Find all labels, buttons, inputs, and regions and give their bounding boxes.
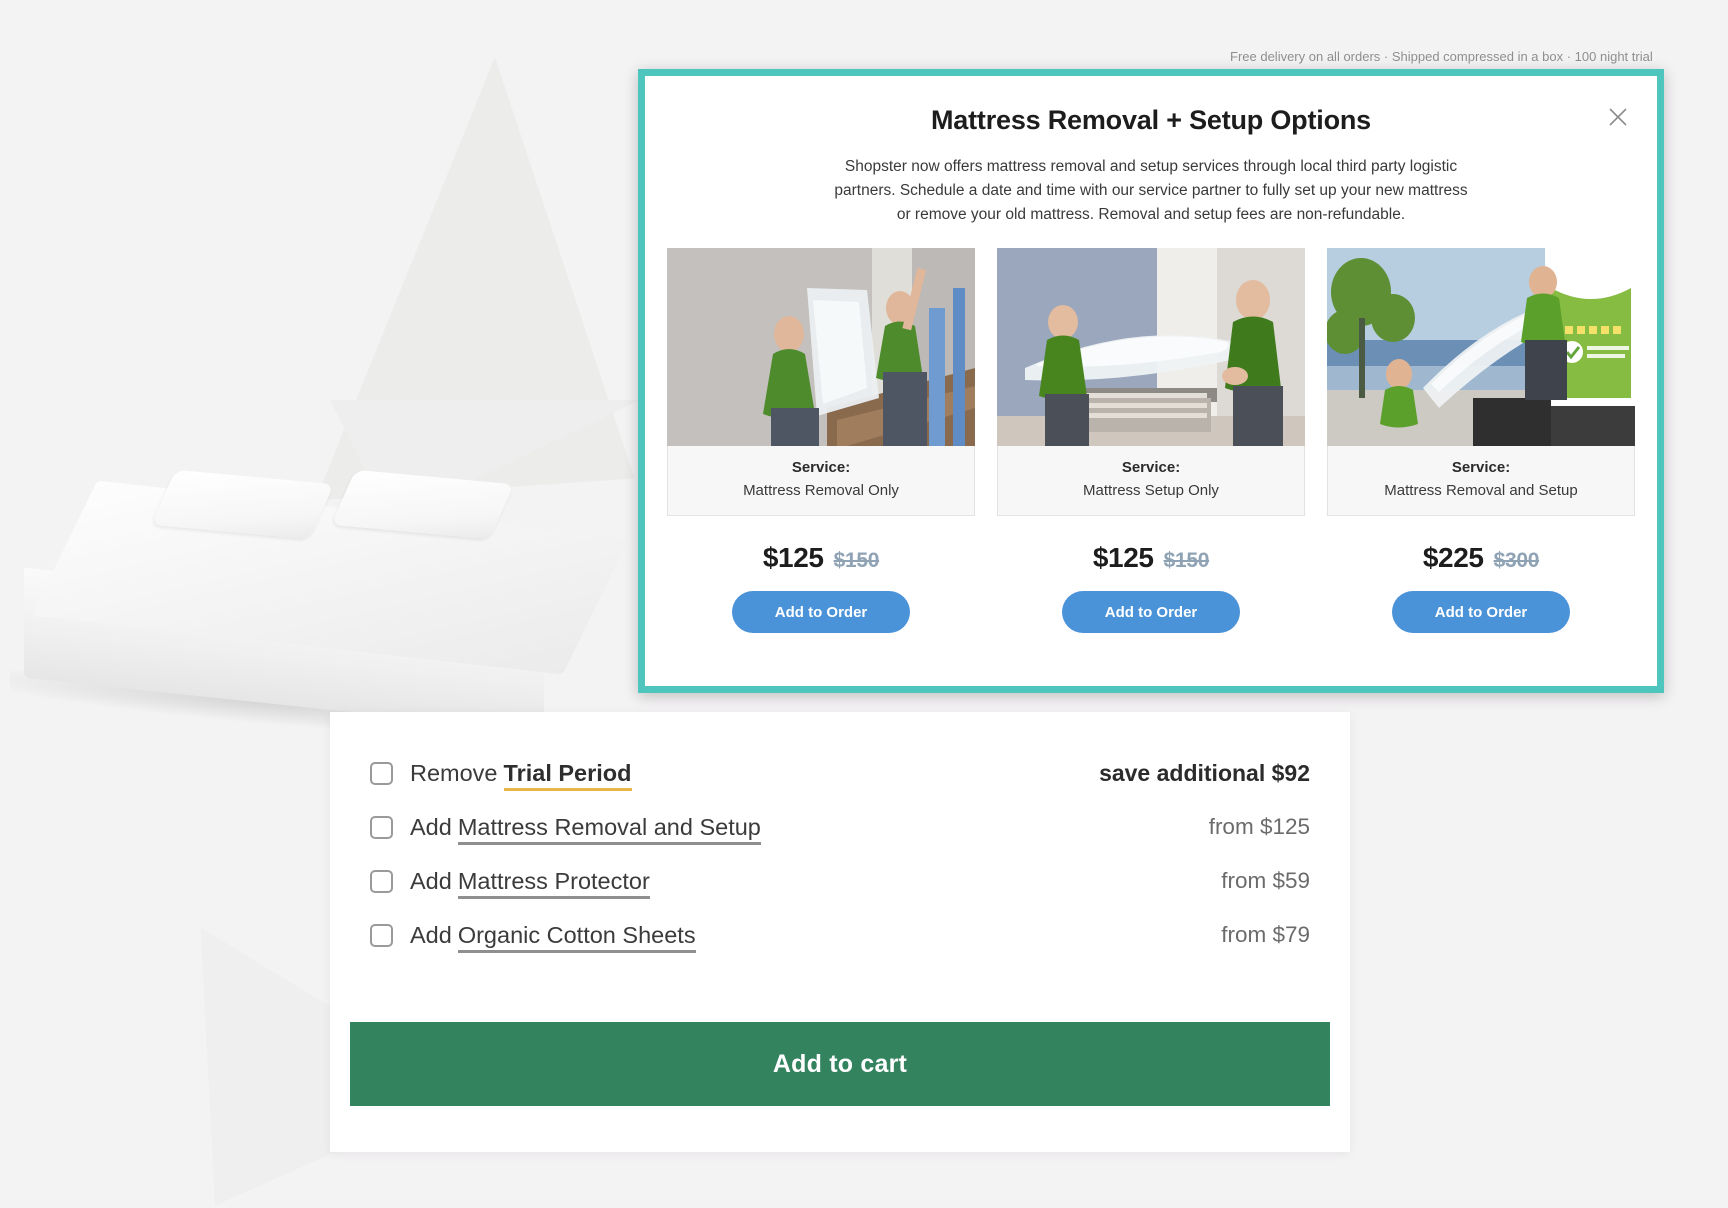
price-original: $150	[833, 549, 880, 572]
price-row: $225 $300	[1422, 542, 1540, 574]
service-label: Service:	[791, 459, 851, 476]
option-emphasis: Mattress Protector	[457, 867, 650, 899]
close-icon[interactable]	[1603, 102, 1633, 132]
price-row: $125 $150	[1092, 542, 1210, 574]
order-options-panel: Remove Trial Period save additional $92 A…	[330, 712, 1350, 1152]
add-to-cart-button[interactable]: Add to cart	[350, 1022, 1330, 1106]
option-row-mattress-protector: Add Mattress Protector from $59	[370, 854, 1310, 908]
mattress-service-modal: Mattress Removal + Setup Options Shopste…	[638, 69, 1664, 693]
add-to-order-button[interactable]: Add to Order	[732, 591, 910, 633]
option-emphasis: Mattress Removal and Setup	[457, 813, 761, 845]
service-name: Mattress Setup Only	[1083, 482, 1219, 499]
price-row: $125 $150	[762, 542, 880, 574]
service-card: Service: Mattress Removal Only $125 $150…	[667, 248, 975, 633]
price-current: $125	[1092, 542, 1154, 573]
option-left: Add Organic Cotton Sheets	[370, 921, 1221, 953]
option-verb: Add	[410, 921, 452, 948]
option-label: Add Mattress Removal and Setup	[410, 813, 761, 845]
service-name: Mattress Removal and Setup	[1384, 482, 1578, 499]
service-info-box: Service: Mattress Setup Only	[997, 446, 1305, 516]
price-current: $225	[1422, 542, 1484, 573]
price-original: $300	[1493, 549, 1540, 572]
option-emphasis: Trial Period	[503, 759, 632, 791]
service-card: Service: Mattress Setup Only $125 $150 A…	[997, 248, 1305, 633]
clipped-banner-text: Free delivery on all orders · Shipped co…	[1230, 50, 1653, 64]
option-row-trial-period: Remove Trial Period save additional $92	[370, 746, 1310, 800]
service-info-box: Service: Mattress Removal and Setup	[1327, 446, 1635, 516]
service-photo-setup-only	[997, 248, 1305, 446]
option-price: save additional $92	[1099, 759, 1310, 786]
modal-description: Shopster now offers mattress removal and…	[834, 158, 1468, 223]
add-to-order-button[interactable]: Add to Order	[1392, 591, 1570, 633]
option-left: Add Mattress Protector	[370, 867, 1221, 899]
service-label: Service:	[1451, 459, 1511, 476]
service-label: Service:	[1121, 459, 1181, 476]
option-emphasis: Organic Cotton Sheets	[457, 921, 696, 953]
checkbox-remove-trial-period[interactable]	[370, 761, 393, 785]
price-original: $150	[1163, 549, 1210, 572]
price-current: $125	[762, 542, 824, 573]
service-name: Mattress Removal Only	[743, 482, 899, 499]
checkbox-add-organic-cotton-sheets[interactable]	[370, 923, 393, 947]
option-price: from $79	[1221, 922, 1310, 947]
option-price: from $125	[1208, 814, 1310, 839]
option-row-mattress-removal-and-setup: Add Mattress Removal and Setup from $125	[370, 800, 1310, 854]
option-row-organic-cotton-sheets: Add Organic Cotton Sheets from $79	[370, 908, 1310, 962]
service-info-box: Service: Mattress Removal Only	[667, 446, 975, 516]
service-card: Service: Mattress Removal and Setup $225…	[1327, 248, 1635, 633]
option-price: from $59	[1221, 868, 1310, 893]
option-verb: Remove	[410, 759, 498, 786]
service-cards-row: Service: Mattress Removal Only $125 $150…	[663, 248, 1639, 633]
service-photo-removal-only	[667, 248, 975, 446]
option-left: Remove Trial Period	[370, 759, 1099, 791]
option-verb: Add	[410, 867, 452, 894]
option-label: Add Mattress Protector	[410, 867, 650, 899]
option-label: Add Organic Cotton Sheets	[410, 921, 696, 953]
option-label: Remove Trial Period	[410, 759, 632, 791]
add-to-order-button[interactable]: Add to Order	[1062, 591, 1240, 633]
option-verb: Add	[410, 813, 452, 840]
checkbox-add-mattress-protector[interactable]	[370, 869, 393, 893]
checkbox-add-mattress-removal-and-setup[interactable]	[370, 815, 393, 839]
option-left: Add Mattress Removal and Setup	[370, 813, 1209, 845]
service-photo-removal-and-setup	[1327, 248, 1635, 446]
modal-title: Mattress Removal + Setup Options	[931, 105, 1371, 135]
